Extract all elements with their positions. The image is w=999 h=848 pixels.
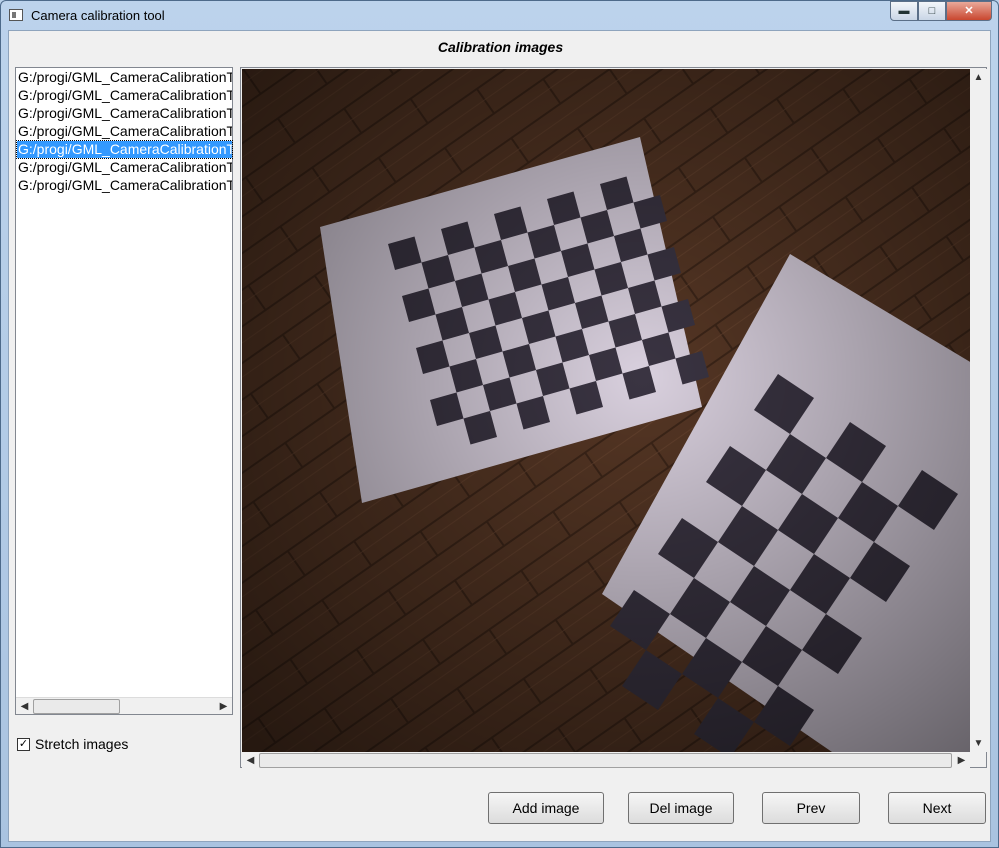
minimize-button[interactable]: ▬ [890, 1, 918, 21]
calibration-image [242, 69, 970, 752]
list-item[interactable]: G:/progi/GML_CameraCalibrationT [17, 69, 232, 86]
list-item[interactable]: G:/progi/GML_CameraCalibrationT [17, 105, 232, 122]
list-item[interactable]: G:/progi/GML_CameraCalibrationT [17, 87, 232, 104]
scroll-right-icon[interactable]: ▶ [953, 752, 970, 769]
scroll-up-icon[interactable]: ▲ [970, 69, 987, 86]
stretch-images-checkbox[interactable]: ✓ [17, 737, 30, 751]
calibration-photo-svg [242, 69, 970, 752]
scroll-thumb[interactable] [259, 753, 952, 768]
scroll-right-icon[interactable]: ▶ [215, 698, 232, 715]
del-image-button[interactable]: Del image [628, 792, 734, 824]
scroll-left-icon[interactable]: ◀ [242, 752, 259, 769]
list-item[interactable]: G:/progi/GML_CameraCalibrationT [17, 123, 232, 140]
image-horizontal-scrollbar[interactable]: ◀ ▶ [242, 752, 970, 768]
app-window: Camera calibration tool ▬ □ ✕ Calibratio… [0, 0, 999, 848]
window-controls: ▬ □ ✕ [890, 1, 992, 21]
scroll-thumb[interactable] [33, 699, 120, 714]
scroll-down-icon[interactable]: ▼ [970, 735, 987, 752]
next-button[interactable]: Next [888, 792, 986, 824]
list-item[interactable]: G:/progi/GML_CameraCalibrationT [17, 159, 232, 176]
image-file-list[interactable]: G:/progi/GML_CameraCalibrationT G:/progi… [15, 67, 233, 715]
app-icon [9, 9, 23, 21]
list-item[interactable]: G:/progi/GML_CameraCalibrationT [17, 177, 232, 194]
close-button[interactable]: ✕ [946, 1, 992, 21]
scroll-left-icon[interactable]: ◀ [16, 698, 33, 715]
file-list-horizontal-scrollbar[interactable]: ◀ ▶ [16, 697, 232, 714]
image-preview-panel: ▲ ▼ ◀ ▶ [240, 67, 987, 768]
stretch-images-label: Stretch images [35, 736, 129, 752]
maximize-button[interactable]: □ [918, 1, 946, 21]
image-vertical-scrollbar[interactable]: ▲ ▼ [970, 69, 987, 752]
add-image-button[interactable]: Add image [488, 792, 604, 824]
stretch-images-option[interactable]: ✓ Stretch images [17, 735, 128, 753]
vignette [242, 69, 970, 752]
section-title: Calibration images [437, 39, 564, 55]
title-bar[interactable]: Camera calibration tool ▬ □ ✕ [1, 1, 998, 29]
window-title: Camera calibration tool [31, 8, 165, 23]
prev-button[interactable]: Prev [762, 792, 860, 824]
list-item-selected[interactable]: G:/progi/GML_CameraCalibrationT [16, 140, 233, 159]
client-area: Calibration images G:/progi/GML_CameraCa… [8, 30, 991, 842]
